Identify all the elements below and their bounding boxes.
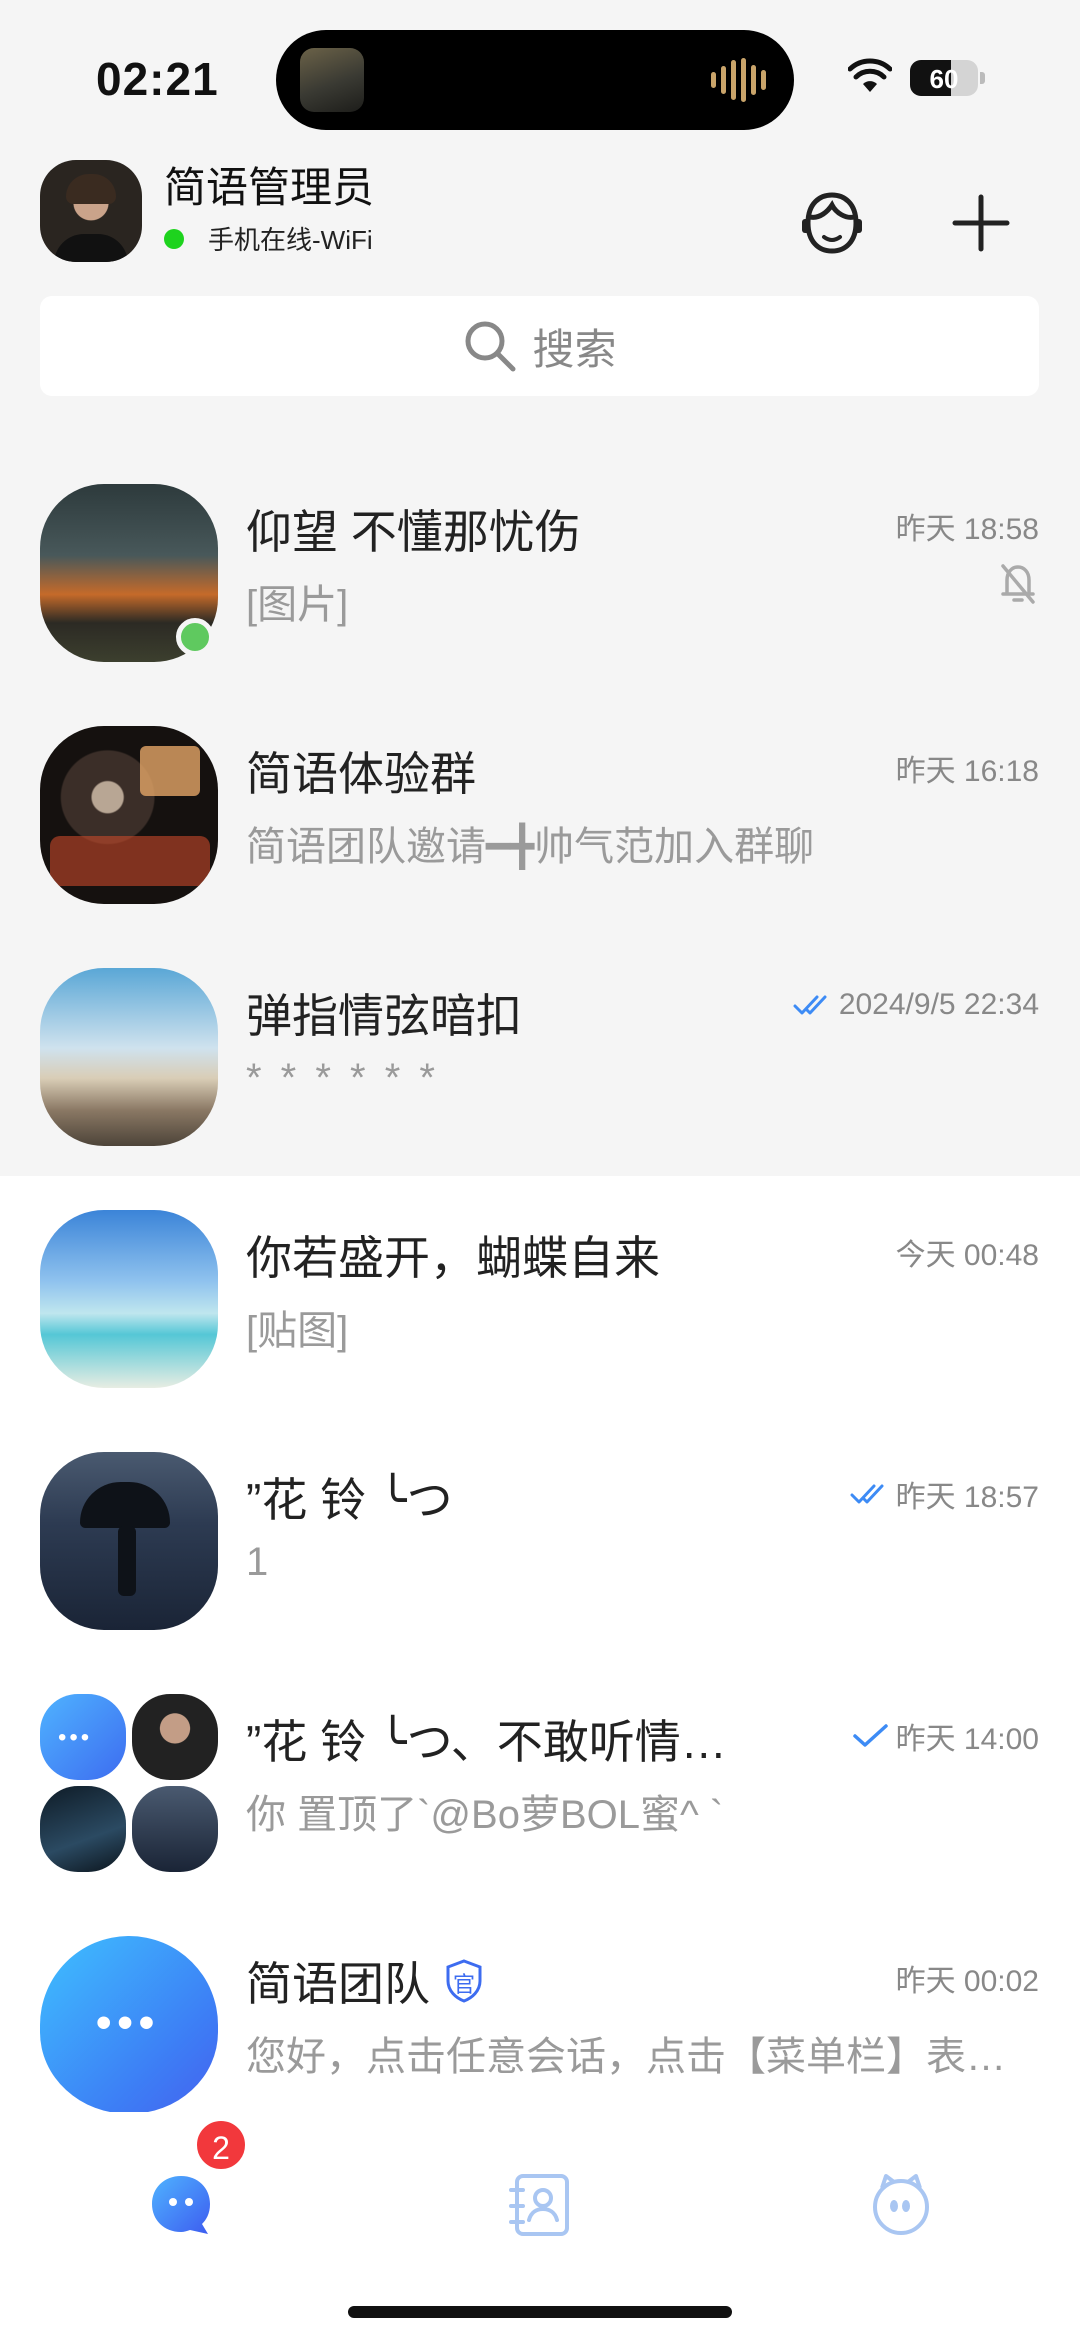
chat-time: 昨天 14:00 — [852, 1714, 1039, 1758]
add-icon[interactable] — [946, 188, 1016, 258]
chat-row[interactable]: 仰望 不懂那忧伤 [图片] 昨天 18:58 — [0, 400, 1080, 662]
chat-preview: 你 置顶了`@Bo萝BOL蜜^ ` — [246, 1793, 724, 1837]
avatar — [40, 726, 218, 904]
chat-title: 弹指情弦暗扣 — [246, 990, 522, 1042]
chat-preview: 您好，点击任意会话，点击【菜单栏】表… — [246, 2035, 1006, 2079]
chat-preview: 简语团队邀请━╋帅气范加入群聊 — [246, 825, 815, 869]
online-status: 手机在线-WiFi — [164, 220, 373, 257]
mute-bell-icon — [1001, 564, 1035, 604]
avatar — [40, 1452, 218, 1630]
avatar — [40, 1210, 218, 1388]
chat-row[interactable]: 简语体验群 简语团队邀请━╋帅气范加入群聊 昨天 16:18 — [0, 642, 1080, 904]
header: 简语管理员 手机在线-WiFi — [0, 150, 1080, 280]
robot-face-icon[interactable] — [797, 188, 867, 258]
battery-indicator: 60 — [910, 60, 978, 96]
status-bar: 02:21 60 — [0, 0, 1080, 150]
chat-time: 昨天 18:57 — [850, 1472, 1039, 1516]
status-time: 02:21 — [96, 53, 219, 105]
chat-time: 昨天 00:02 — [895, 1965, 1039, 1998]
official-badge-icon: 官 — [444, 1959, 484, 2003]
chat-row[interactable]: 你若盛开，蝴蝶自来 [贴图] 今天 00:48 — [0, 1126, 1080, 1388]
chat-time: 昨天 16:18 — [895, 755, 1039, 788]
audio-wave-icon — [711, 58, 766, 102]
unread-badge: 2 — [194, 2118, 248, 2172]
now-playing-artwork — [300, 48, 364, 112]
online-dot-icon — [164, 228, 184, 249]
chat-title: ”花 铃 ╰つ — [246, 1474, 453, 1526]
chat-title: 仰望 不懂那忧伤 — [246, 506, 581, 558]
avatar — [40, 968, 218, 1146]
chat-icon[interactable] — [146, 2170, 216, 2240]
chat-title: 简语团队 官 — [246, 1948, 484, 2014]
profile-name[interactable]: 简语管理员 — [164, 154, 374, 215]
avatar[interactable] — [40, 160, 142, 262]
chat-time: 昨天 18:58 — [895, 513, 1039, 546]
wifi-icon — [848, 58, 892, 92]
chat-time: 今天 00:48 — [895, 1239, 1039, 1272]
read-check-icon — [850, 1484, 884, 1504]
battery-tip — [980, 72, 985, 84]
search-placeholder: 搜索 — [532, 325, 617, 373]
search-icon — [465, 321, 516, 372]
chat-preview: [图片] — [246, 583, 349, 627]
chat-time: 2024/9/5 22:34 — [793, 988, 1039, 1022]
chat-title: ”花 铃 ╰つ、不敢听情… — [246, 1716, 727, 1768]
search-bar[interactable]: 搜索 — [40, 296, 1039, 396]
chat-row[interactable]: ••• 简语团队 官 您好，点击任意会话，点击【菜单栏】表… 昨天 00:02 — [0, 1852, 1080, 2114]
chat-preview: [贴图] — [246, 1309, 349, 1353]
chat-row[interactable]: ”花 铃 ╰つ 1 昨天 18:57 — [0, 1368, 1080, 1630]
dynamic-island[interactable] — [276, 30, 794, 130]
chat-row[interactable]: ••• ”花 铃 ╰つ、不敢听情… 你 置顶了`@Bo萝BOL蜜^ ` 昨天 1… — [0, 1610, 1080, 1872]
read-check-icon — [793, 995, 827, 1015]
chat-row[interactable]: 弹指情弦暗扣 * * * * * * 2024/9/5 22:34 — [0, 884, 1080, 1146]
battery-percent: 60 — [929, 64, 959, 94]
chat-preview: 1 — [246, 1540, 269, 1584]
chat-title: 你若盛开，蝴蝶自来 — [246, 1232, 660, 1284]
contacts-icon[interactable] — [505, 2170, 575, 2240]
home-indicator[interactable] — [348, 2306, 732, 2318]
app-logo-avatar: ••• — [40, 1936, 218, 2114]
group-avatar: ••• — [40, 1694, 220, 1874]
sent-check-icon — [852, 1724, 888, 1747]
online-status-text: 手机在线-WiFi — [208, 225, 373, 255]
chat-preview: * * * * * * — [246, 1056, 439, 1100]
chat-title: 简语体验群 — [246, 748, 476, 800]
discover-icon[interactable] — [866, 2170, 936, 2240]
